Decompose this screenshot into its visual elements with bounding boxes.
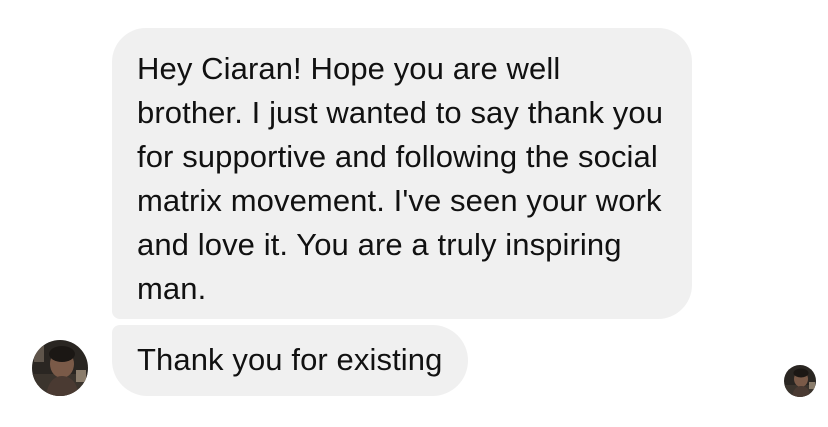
seen-avatar-icon <box>784 365 816 397</box>
read-receipt-avatar <box>784 365 816 397</box>
user-photo-avatar-icon <box>32 340 88 396</box>
sender-avatar[interactable] <box>32 340 88 396</box>
message-bubble-1[interactable]: Hey Ciaran! Hope you are well brother. I… <box>112 28 692 319</box>
message-text-1: Hey Ciaran! Hope you are well brother. I… <box>137 51 664 306</box>
message-bubble-2[interactable]: Thank you for existing <box>112 325 469 396</box>
message-text-2: Thank you for existing <box>137 342 443 377</box>
